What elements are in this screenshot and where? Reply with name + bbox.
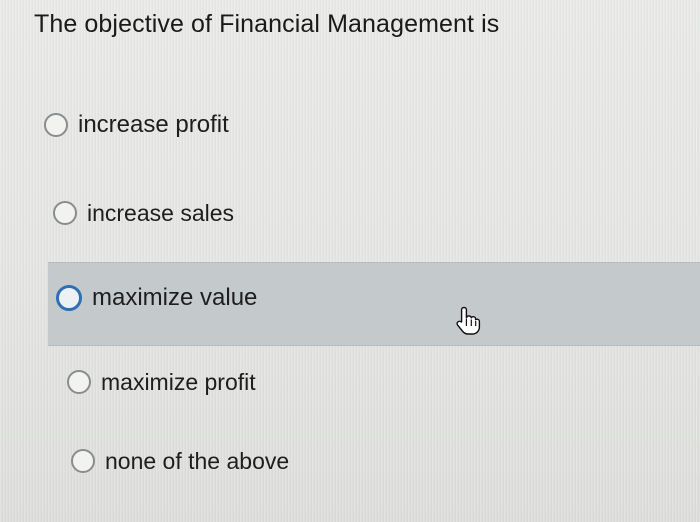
option-increase-profit[interactable]: increase profit — [44, 103, 229, 147]
radio-button[interactable] — [67, 370, 91, 394]
option-increase-sales[interactable]: increase sales — [53, 191, 234, 235]
option-label: none of the above — [105, 447, 290, 474]
option-label: increase profit — [78, 111, 229, 138]
radio-button[interactable] — [44, 113, 68, 137]
option-label: maximize value — [92, 284, 258, 311]
radio-button[interactable] — [56, 285, 82, 311]
answer-options: increase profit increase sales maximize … — [0, 0, 700, 522]
option-maximize-value[interactable]: maximize value — [56, 276, 257, 320]
option-label: maximize profit — [101, 368, 256, 395]
option-none-of-the-above[interactable]: none of the above — [71, 439, 289, 483]
option-maximize-profit[interactable]: maximize profit — [67, 360, 256, 404]
option-label: increase sales — [87, 199, 235, 226]
radio-button[interactable] — [71, 449, 95, 473]
radio-button[interactable] — [53, 201, 77, 225]
hand-pointer-icon — [456, 306, 481, 335]
